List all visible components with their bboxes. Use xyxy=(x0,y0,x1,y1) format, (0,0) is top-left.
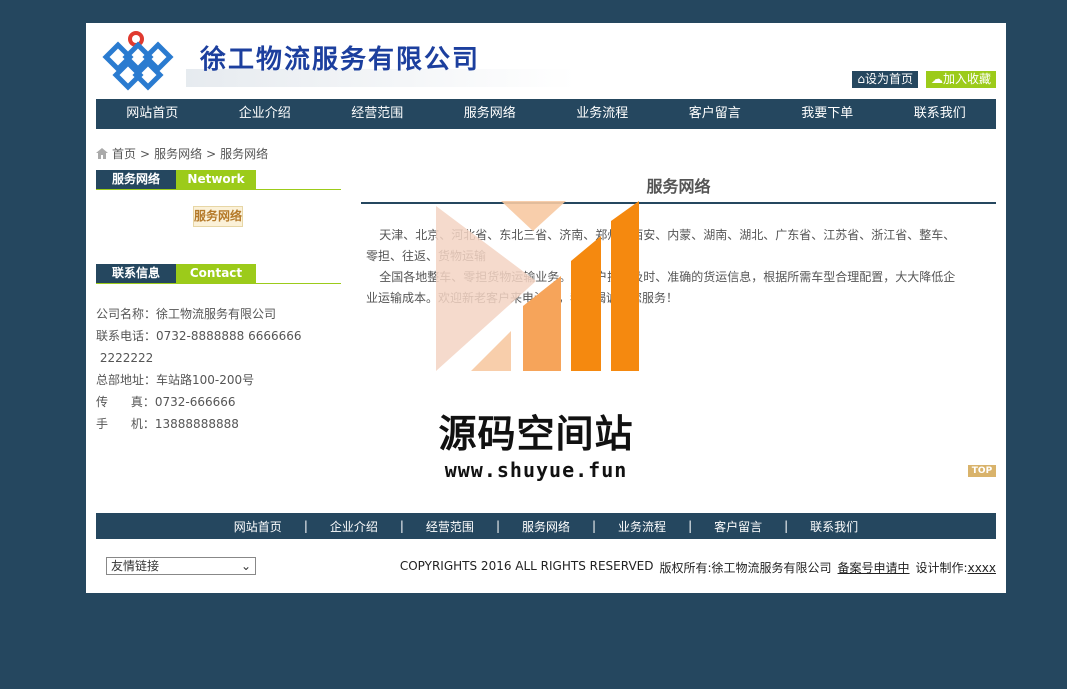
breadcrumb-separator: > xyxy=(206,146,217,161)
footer-nav-scope[interactable]: 经营范围 xyxy=(426,518,474,535)
footer-nav-separator: | xyxy=(399,519,404,533)
nav-item-order[interactable]: 我要下单 xyxy=(771,99,884,129)
contact-info: 公司名称：徐工物流服务有限公司 联系电话：0732-8888888 666666… xyxy=(96,303,341,435)
nav-item-home[interactable]: 网站首页 xyxy=(96,99,209,129)
design-link[interactable]: xxxx xyxy=(968,561,996,575)
company-logo-icon xyxy=(102,31,174,91)
footer-nav: 网站首页 | 企业介绍 | 经营范围 | 服务网络 | 业务流程 | 客户留言 … xyxy=(96,513,996,539)
contact-header-en: Contact xyxy=(176,264,256,283)
breadcrumb: 首页 > 服务网络 > 服务网络 xyxy=(96,145,268,162)
friend-links-select[interactable]: 友情链接 ⌄ xyxy=(106,557,256,575)
set-homepage-link[interactable]: ⌂设为首页 xyxy=(852,71,918,88)
copyright-text: COPYRIGHTS 2016 ALL RIGHTS RESERVED xyxy=(399,559,654,573)
watermark: 源码空间站 www.shuyue.fun xyxy=(426,201,646,501)
contact-info-header: 联系信息 Contact xyxy=(96,264,341,284)
nav-item-process[interactable]: 业务流程 xyxy=(546,99,659,129)
watermark-logo-icon xyxy=(436,201,639,371)
contact-mobile: 手 机：13888888888 xyxy=(96,417,239,431)
page-container: 徐工物流服务有限公司 ⌂设为首页 ☁加入收藏 网站首页 企业介绍 经营范围 服务… xyxy=(86,23,1006,593)
footer-nav-separator: | xyxy=(784,519,789,533)
footer-nav-network[interactable]: 服务网络 xyxy=(522,518,570,535)
footer-nav-separator: | xyxy=(592,519,597,533)
contact-fax: 传 真：0732-666666 xyxy=(96,395,236,409)
footer-nav-about[interactable]: 企业介绍 xyxy=(330,518,378,535)
back-to-top-button[interactable]: TOP xyxy=(968,465,996,477)
contact-header-cn: 联系信息 xyxy=(96,264,176,283)
set-homepage-label: 设为首页 xyxy=(864,72,913,86)
icp-link[interactable]: 备案号申请中 xyxy=(838,559,910,576)
footer-nav-home[interactable]: 网站首页 xyxy=(234,518,282,535)
footer-nav-separator: | xyxy=(303,519,308,533)
contact-phone-extra: 2222222 xyxy=(96,351,154,365)
watermark-url: www.shuyue.fun xyxy=(444,458,628,482)
watermark-title: 源码空间站 xyxy=(438,412,634,456)
service-header-en: Network xyxy=(176,170,256,189)
footer-nav-separator: | xyxy=(688,519,693,533)
add-favorite-link[interactable]: ☁加入收藏 xyxy=(925,71,996,88)
nav-item-scope[interactable]: 经营范围 xyxy=(321,99,434,129)
nav-item-network[interactable]: 服务网络 xyxy=(434,99,547,129)
sidebar-link-service-network[interactable]: 服务网络 xyxy=(193,206,243,227)
contact-address: 总部地址：车站路100-200号 xyxy=(96,373,255,387)
copyright: COPYRIGHTS 2016 ALL RIGHTS RESERVED 版权所有… xyxy=(400,559,996,576)
copyright-owner: 版权所有:徐工物流服务有限公司 xyxy=(659,561,832,575)
footer-nav-process[interactable]: 业务流程 xyxy=(618,518,666,535)
nav-item-contact[interactable]: 联系我们 xyxy=(884,99,997,129)
breadcrumb-home[interactable]: 首页 xyxy=(112,145,136,162)
breadcrumb-level2[interactable]: 服务网络 xyxy=(220,145,268,162)
contact-phone: 联系电话：0732-8888888 6666666 xyxy=(96,329,302,343)
main-title: 服务网络 xyxy=(361,173,996,204)
service-header-cn: 服务网络 xyxy=(96,170,176,189)
add-favorite-label: 加入收藏 xyxy=(942,72,991,86)
contact-company: 公司名称：徐工物流服务有限公司 xyxy=(96,307,277,321)
footer-nav-separator: | xyxy=(495,519,500,533)
service-network-header: 服务网络 Network xyxy=(96,170,341,190)
breadcrumb-level1[interactable]: 服务网络 xyxy=(154,145,202,162)
top-links: ⌂设为首页 ☁加入收藏 xyxy=(852,71,996,88)
breadcrumb-separator: > xyxy=(140,146,151,161)
friend-links-value: 友情链接 xyxy=(111,559,160,573)
design-label: 设计制作: xyxy=(915,561,968,575)
nav-item-about[interactable]: 企业介绍 xyxy=(209,99,322,129)
site-title: 徐工物流服务有限公司 xyxy=(200,45,481,75)
footer-nav-messages[interactable]: 客户留言 xyxy=(714,518,762,535)
chevron-down-icon: ⌄ xyxy=(240,559,251,573)
nav-item-messages[interactable]: 客户留言 xyxy=(659,99,772,129)
main-nav: 网站首页 企业介绍 经营范围 服务网络 业务流程 客户留言 我要下单 联系我们 xyxy=(96,99,996,129)
home-icon xyxy=(96,148,108,159)
footer-nav-contact[interactable]: 联系我们 xyxy=(810,518,858,535)
